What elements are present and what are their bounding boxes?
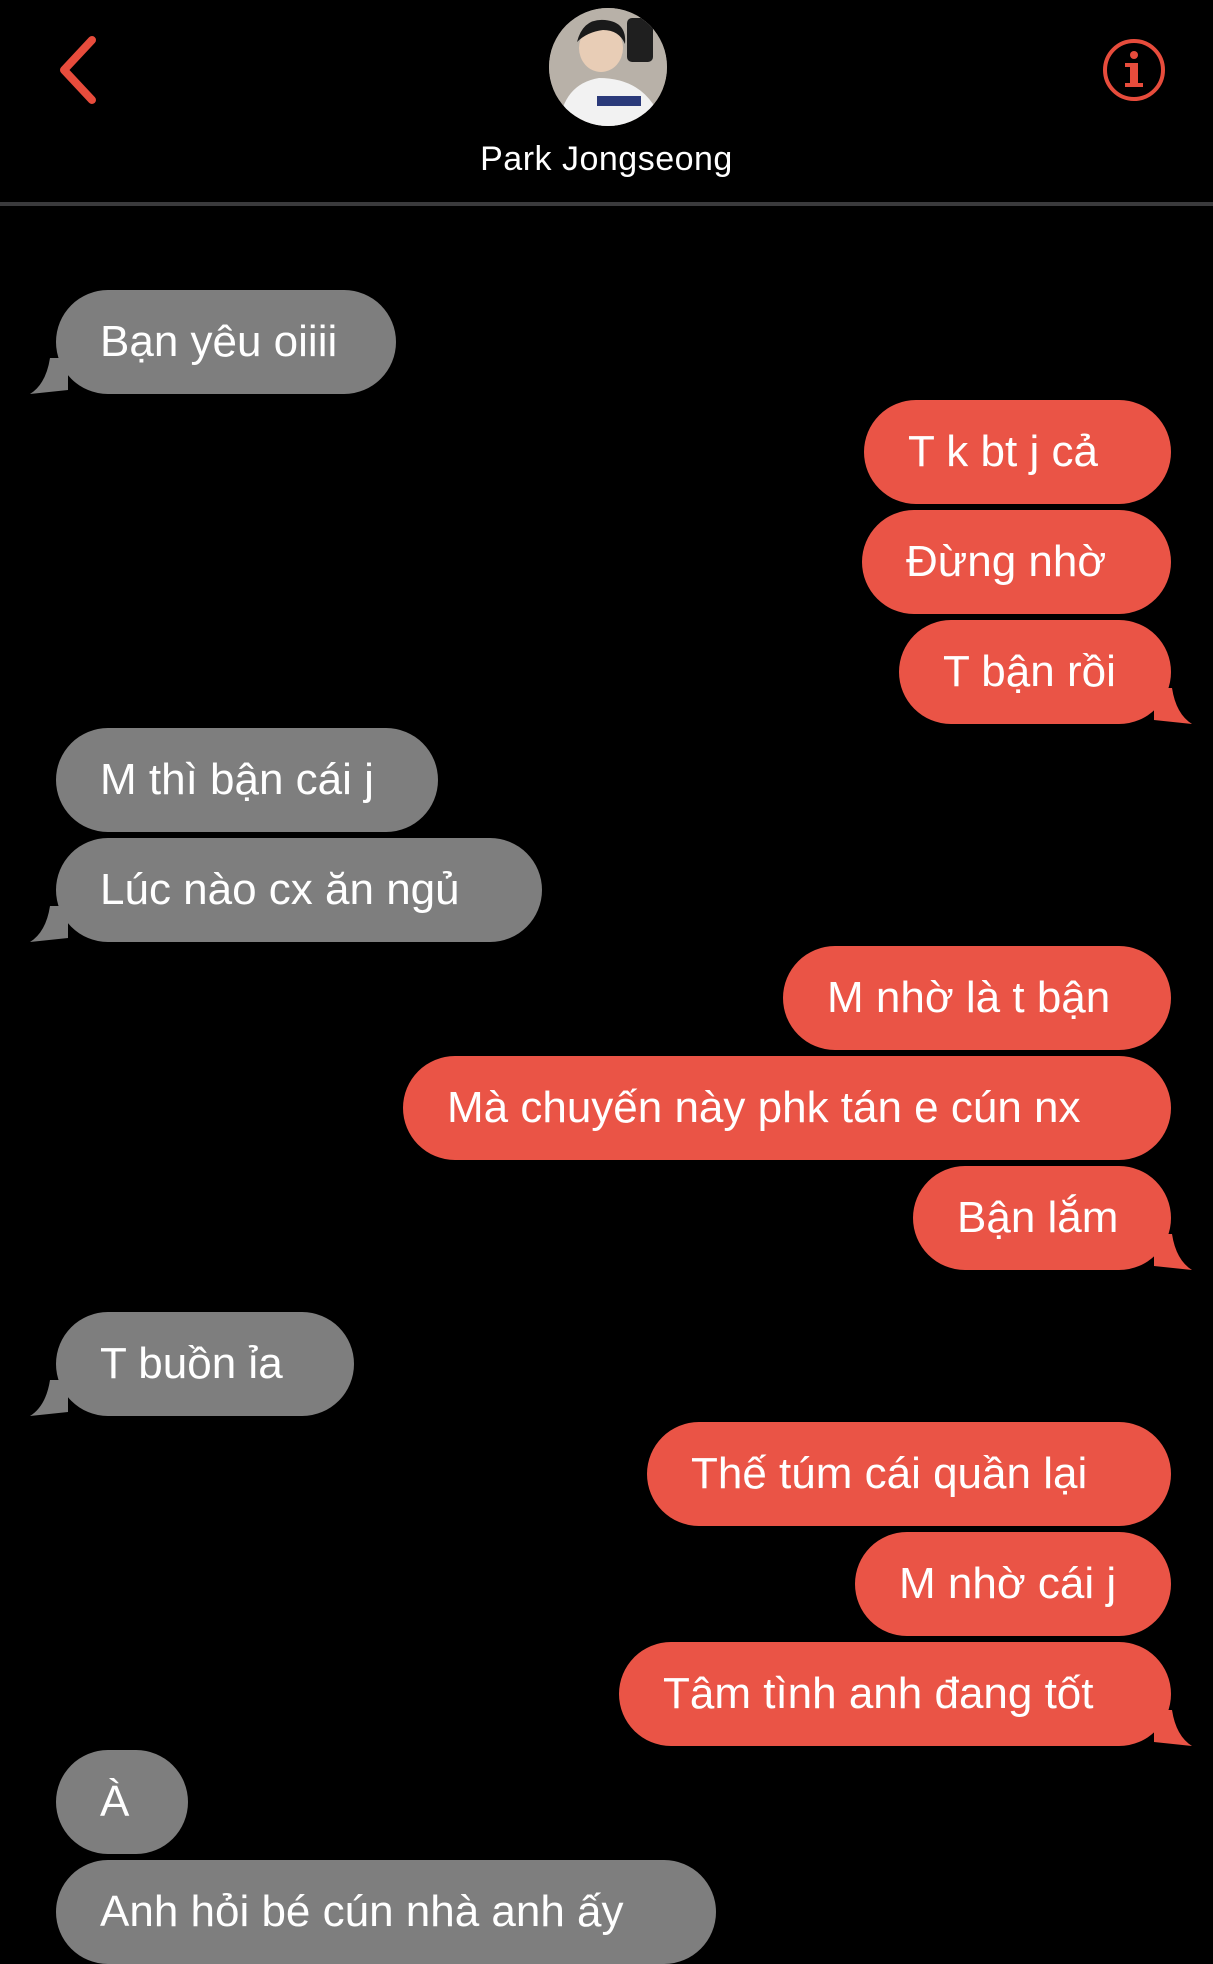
avatar-photo: [549, 8, 667, 126]
contact-name[interactable]: Park Jongseong: [0, 140, 1213, 179]
message-text: Đừng nhờ: [906, 537, 1107, 586]
message-bubble-received[interactable]: Bạn yêu oiiii: [56, 290, 396, 394]
message-text: Anh hỏi bé cún nhà anh ấy: [100, 1887, 624, 1936]
message-bubble-sent[interactable]: Thế túm cái quần lại: [647, 1422, 1171, 1526]
message-bubble-sent[interactable]: Mà chuyến này phk tán e cún nx: [403, 1056, 1171, 1160]
bubble-tail-sent: [1154, 1234, 1192, 1270]
message-text: M nhờ là t bận: [827, 973, 1111, 1022]
chevron-left-icon: [60, 36, 96, 104]
message-bubble-received[interactable]: À: [56, 1750, 188, 1854]
bubble-tail-sent: [1154, 688, 1192, 724]
back-button[interactable]: [48, 30, 108, 110]
message-text: À: [100, 1777, 130, 1826]
message-text: M thì bận cái j: [100, 755, 374, 804]
message-bubble-received[interactable]: Anh hỏi bé cún nhà anh ấy: [56, 1860, 716, 1964]
message-bubble-sent[interactable]: M nhờ cái j: [855, 1532, 1171, 1636]
message-text: Mà chuyến này phk tán e cún nx: [447, 1083, 1081, 1132]
message-text: T buồn ỉa: [100, 1339, 283, 1388]
message-text: T bận rồi: [943, 647, 1116, 696]
contact-avatar[interactable]: [549, 8, 667, 126]
bubble-tail-received: [30, 906, 68, 942]
message-text: Tâm tình anh đang tốt: [663, 1669, 1094, 1718]
bubble-tail-sent: [1154, 1710, 1192, 1746]
message-bubble-sent[interactable]: M nhờ là t bận: [783, 946, 1171, 1050]
message-text: Lúc nào cx ăn ngủ: [100, 865, 460, 914]
message-bubble-received[interactable]: T buồn ỉa: [56, 1312, 354, 1416]
conversation-header: Park Jongseong: [0, 0, 1213, 206]
message-text: Bận lắm: [957, 1193, 1119, 1242]
info-button[interactable]: [1100, 36, 1168, 104]
message-bubble-sent[interactable]: Tâm tình anh đang tốt: [619, 1642, 1171, 1746]
message-text: T k bt j cả: [908, 427, 1098, 476]
message-bubble-sent[interactable]: Bận lắm: [913, 1166, 1171, 1270]
message-bubble-sent[interactable]: Đừng nhờ: [862, 510, 1171, 614]
bubble-tail-received: [30, 1380, 68, 1416]
message-bubble-sent[interactable]: T k bt j cả: [864, 400, 1171, 504]
message-bubble-received[interactable]: Lúc nào cx ăn ngủ: [56, 838, 542, 942]
bubble-tail-received: [30, 358, 68, 394]
message-text: Bạn yêu oiiii: [100, 317, 338, 366]
message-thread[interactable]: Bạn yêu oiiii T k bt j cả Đừng nhờ T bận…: [0, 206, 1213, 1964]
message-bubble-received[interactable]: M thì bận cái j: [56, 728, 438, 832]
message-text: M nhờ cái j: [899, 1559, 1117, 1608]
message-text: Thế túm cái quần lại: [691, 1449, 1088, 1498]
info-circle-icon: [1103, 39, 1165, 101]
message-bubble-sent[interactable]: T bận rồi: [899, 620, 1171, 724]
